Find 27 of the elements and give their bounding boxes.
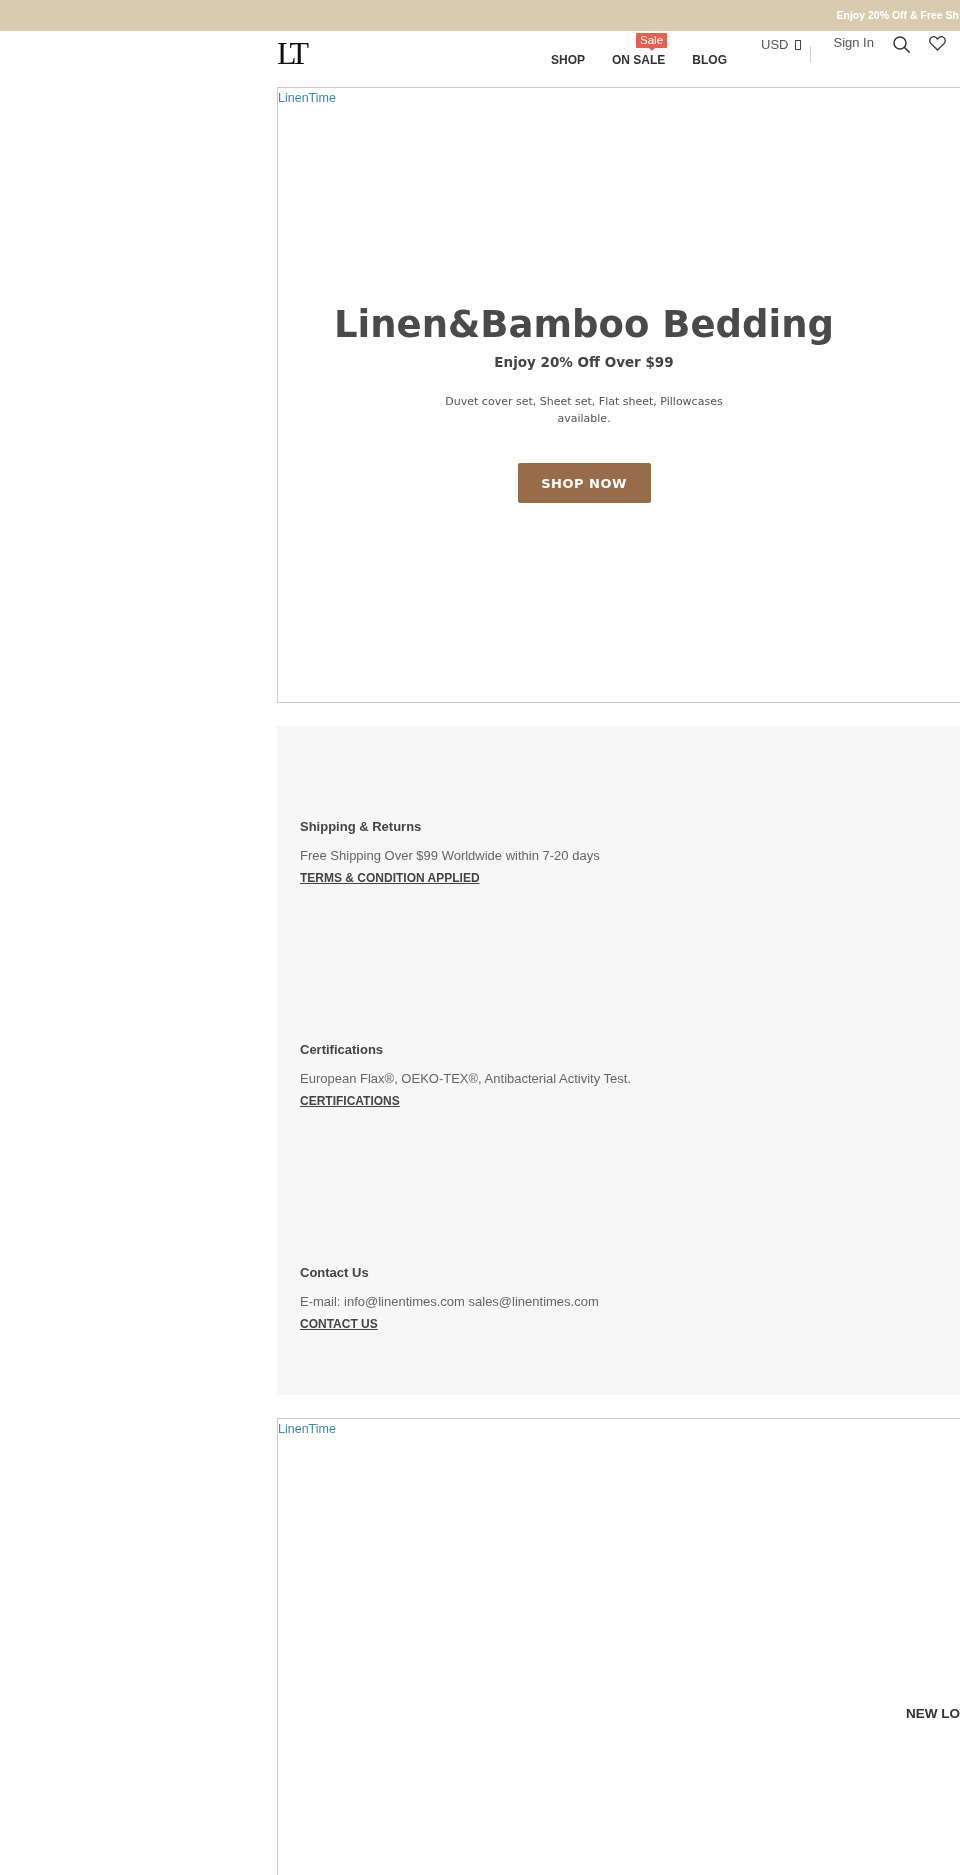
feature-title: Certifications <box>300 1041 384 1059</box>
rectangle-icon <box>795 40 802 50</box>
heart-icon[interactable] <box>928 36 946 51</box>
feature-link[interactable]: TERMS & CONDITION APPLIED <box>300 869 480 887</box>
sign-in-link[interactable]: Sign In <box>833 35 874 51</box>
banner-heading: NEW LO <box>906 1705 960 1723</box>
feature-title: Shipping & Returns <box>300 818 422 836</box>
hero-title: Linen&Bamboo Bedding <box>334 303 834 347</box>
feature-link[interactable]: CONTACT US <box>300 1315 378 1333</box>
currency-selector[interactable]: USD <box>761 37 802 53</box>
nav-link[interactable]: SHOP <box>551 52 585 68</box>
feature-text: E-mail: info@linentimes.com sales@linentimes.com <box>300 1293 599 1311</box>
image-alt-text: LinenTime <box>278 1422 336 1437</box>
shop-now-button[interactable]: SHOP NOW <box>517 463 651 503</box>
announcement-text: Enjoy 20% Off & Free Sh <box>836 9 959 22</box>
sale-badge: Sale <box>636 33 668 51</box>
image-alt-text: LinenTime <box>278 91 336 106</box>
nav-link[interactable]: BLOG <box>692 52 728 68</box>
nav-link[interactable]: ON SALE <box>612 52 666 68</box>
feature-text: European Flax®, OEKO-TEX®, Antibacterial Activity Test. <box>300 1070 632 1088</box>
search-icon[interactable] <box>892 36 910 53</box>
feature-title: Contact Us <box>300 1264 369 1282</box>
logo[interactable]: LT <box>277 36 311 70</box>
feature-text: Free Shipping Over $99 Worldwide within 7-20 days <box>300 847 600 865</box>
feature-link[interactable]: CERTIFICATIONS <box>300 1092 400 1110</box>
hero-subtitle: Enjoy 20% Off Over $99 <box>494 353 674 371</box>
hero-description: Duvet cover set, Sheet set, Flat sheet, Pillowcases available. <box>444 394 724 427</box>
